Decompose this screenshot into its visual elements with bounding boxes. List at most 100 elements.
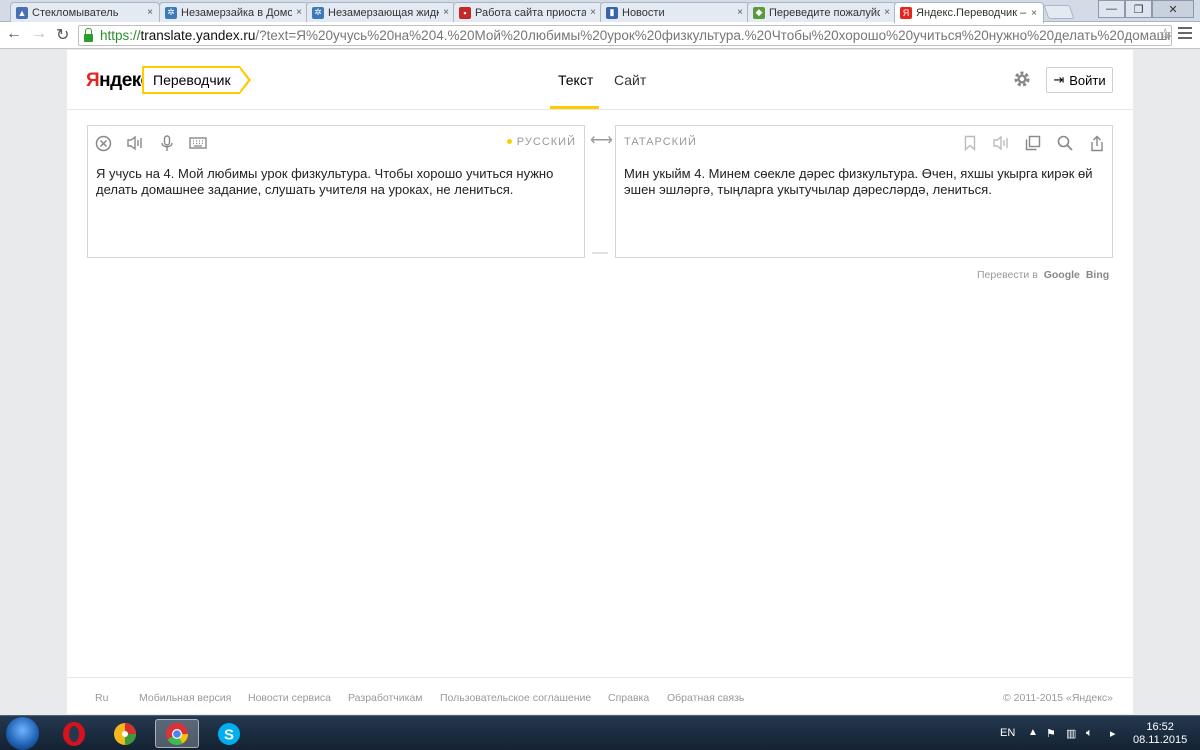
url-host: translate.yandex.ru — [140, 28, 256, 43]
swap-languages-icon[interactable]: ⟷ — [590, 130, 613, 150]
skype-icon[interactable]: S — [207, 719, 251, 748]
yandex-translate-favicon-icon: Я — [900, 7, 912, 19]
bookmark-icon[interactable] — [961, 134, 979, 152]
service-name[interactable]: Переводчик — [142, 66, 251, 94]
page-favicon-icon: ✲ — [312, 6, 324, 19]
close-tab-icon[interactable]: × — [1031, 8, 1037, 19]
browser-tab[interactable]: ✲ Незамерзайка в Домо × — [159, 2, 309, 22]
page-favicon-icon: ◆ — [753, 6, 765, 19]
active-tab-indicator — [550, 106, 599, 109]
tab-title: Стекломыватель — [32, 6, 119, 19]
speaker-icon[interactable] — [992, 134, 1010, 152]
opera-icon[interactable] — [52, 719, 96, 748]
target-language-label: ТАТАРСКИЙ — [624, 136, 697, 148]
footer-link-help[interactable]: Справка — [608, 692, 649, 704]
network-icon[interactable]: ▥ — [1066, 727, 1076, 740]
browser-tab[interactable]: ◆ Переведите пожалуйс × — [747, 2, 897, 22]
yandex-logo[interactable]: Яндекс — [86, 70, 151, 92]
gear-icon[interactable] — [1012, 69, 1032, 89]
google-translate-link[interactable]: Google — [1044, 269, 1080, 281]
forward-arrow-icon[interactable]: → — [31, 25, 47, 43]
search-icon[interactable] — [1056, 134, 1074, 152]
site-header: Яндекс Переводчик Текст Сайт ⇥ Войти — [67, 50, 1133, 110]
footer-link-developers[interactable]: Разработчикам — [348, 692, 423, 704]
windows-start-icon[interactable] — [6, 717, 39, 750]
close-tab-icon[interactable]: × — [884, 7, 890, 18]
login-button[interactable]: ⇥ Войти — [1046, 67, 1113, 93]
copyright: © 2011-2015 «Яндекс» — [1003, 692, 1113, 704]
flag-icon[interactable]: ⚑ — [1046, 727, 1056, 740]
footer-link-language[interactable]: Ru — [95, 692, 108, 704]
alt-translate-label: Перевести в — [977, 269, 1038, 281]
bookmark-star-icon[interactable]: ☆ — [1159, 25, 1172, 43]
resize-handle[interactable] — [592, 252, 608, 254]
login-icon: ⇥ — [1053, 72, 1065, 87]
browser-tab-active[interactable]: Я Яндекс.Переводчик – × — [894, 2, 1044, 23]
browser-tab[interactable]: ▮ Новости × — [600, 2, 750, 22]
browser-tab[interactable]: ▪ Работа сайта приоста × — [453, 2, 603, 22]
minimize-button[interactable]: — — [1098, 0, 1125, 18]
close-tab-icon[interactable]: × — [590, 7, 596, 18]
page-favicon-icon: ▮ — [606, 6, 618, 19]
notification-icon[interactable]: ▸ — [1110, 727, 1116, 740]
close-tab-icon[interactable]: × — [737, 7, 743, 18]
reload-icon[interactable]: ↻ — [56, 25, 69, 45]
back-arrow-icon[interactable]: ← — [6, 25, 22, 43]
footer-link-mobile[interactable]: Мобильная версия — [139, 692, 231, 704]
browser-tab-strip: ▲ Стекломыватель × ✲ Незамерзайка в Домо… — [0, 0, 1200, 23]
tab-title: Незамерзайка в Домо — [181, 6, 293, 19]
keyboard-icon[interactable] — [189, 134, 207, 152]
site-footer: Ru Мобильная версия Новости сервиса Разр… — [67, 677, 1133, 714]
system-clock[interactable]: 16:52 08.11.2015 — [1133, 721, 1187, 747]
close-window-button[interactable]: ✕ — [1152, 0, 1194, 18]
footer-link-news[interactable]: Новости сервиса — [248, 692, 331, 704]
page-favicon-icon: ▲ — [16, 6, 28, 19]
svg-text:S: S — [224, 726, 234, 743]
login-label: Войти — [1069, 72, 1106, 88]
logo-letter: Я — [86, 70, 100, 91]
source-panel: РУССКИЙ Я учусь на 4. Мой любимы урок фи… — [87, 125, 585, 258]
close-tab-icon[interactable]: × — [296, 7, 302, 18]
url-path: /?text=Я%20учусь%20на%204.%20Мой%20любим… — [255, 28, 1172, 43]
tab-site[interactable]: Сайт — [614, 72, 646, 88]
restore-button[interactable]: ❐ — [1125, 0, 1152, 18]
target-language-selector[interactable]: ТАТАРСКИЙ — [624, 136, 697, 148]
chrome-icon[interactable] — [155, 719, 199, 748]
translation-panel: ТАТАРСКИЙ Мин укыйм 4. Минем сөекле дәре… — [615, 125, 1113, 258]
volume-icon[interactable]: 🔈︎ — [1086, 727, 1093, 740]
close-tab-icon[interactable]: × — [147, 7, 153, 18]
share-icon[interactable] — [1088, 134, 1106, 152]
clock-date: 08.11.2015 — [1133, 734, 1188, 746]
picasa-icon[interactable] — [103, 719, 147, 748]
keyboard-language-indicator[interactable]: EN — [1000, 727, 1015, 739]
source-language-selector[interactable]: РУССКИЙ — [506, 136, 576, 148]
clock-time: 16:52 — [1146, 721, 1174, 733]
translation-output: Мин укыйм 4. Минем сөекле дәрес физкульт… — [624, 166, 1093, 197]
url-scheme: https:// — [100, 28, 141, 43]
show-hidden-icons-icon[interactable]: ▲ — [1028, 727, 1038, 738]
lock-icon — [84, 27, 93, 42]
alt-translate-links: Перевести в Google Bing — [977, 269, 1109, 281]
tab-text[interactable]: Текст — [558, 72, 593, 88]
source-text-input[interactable]: Я учусь на 4. Мой любимы урок физкультур… — [96, 166, 574, 198]
footer-link-feedback[interactable]: Обратная связь — [667, 692, 744, 704]
microphone-icon[interactable] — [158, 134, 176, 152]
browser-tab[interactable]: ▲ Стекломыватель × — [10, 2, 160, 22]
os-taskbar: S EN ▲ ⚑ ▥ 🔈︎ ▸ 16:52 08.11.2015 — [0, 715, 1200, 750]
new-tab-button[interactable] — [1043, 5, 1075, 19]
tab-title: Работа сайта приоста — [475, 6, 587, 19]
browser-tab[interactable]: ✲ Незамерзающая жидк × — [306, 2, 456, 22]
browser-menu-icon[interactable] — [1178, 27, 1192, 42]
tab-title: Незамерзающая жидк — [328, 6, 440, 19]
bing-translate-link[interactable]: Bing — [1086, 269, 1109, 281]
copy-icon[interactable] — [1024, 134, 1042, 152]
speaker-icon[interactable] — [126, 134, 144, 152]
address-bar[interactable]: https:// translate.yandex.ru /?text=Я%20… — [78, 25, 1172, 46]
tab-title: Яндекс.Переводчик – — [916, 7, 1027, 19]
page-favicon-icon: ✲ — [165, 6, 177, 19]
clear-icon[interactable] — [94, 134, 112, 152]
footer-link-terms[interactable]: Пользовательское соглашение — [440, 692, 591, 704]
close-tab-icon[interactable]: × — [443, 7, 449, 18]
page-content: Яндекс Переводчик Текст Сайт ⇥ Войти РУС… — [67, 50, 1133, 714]
source-language-label: РУССКИЙ — [516, 136, 576, 148]
